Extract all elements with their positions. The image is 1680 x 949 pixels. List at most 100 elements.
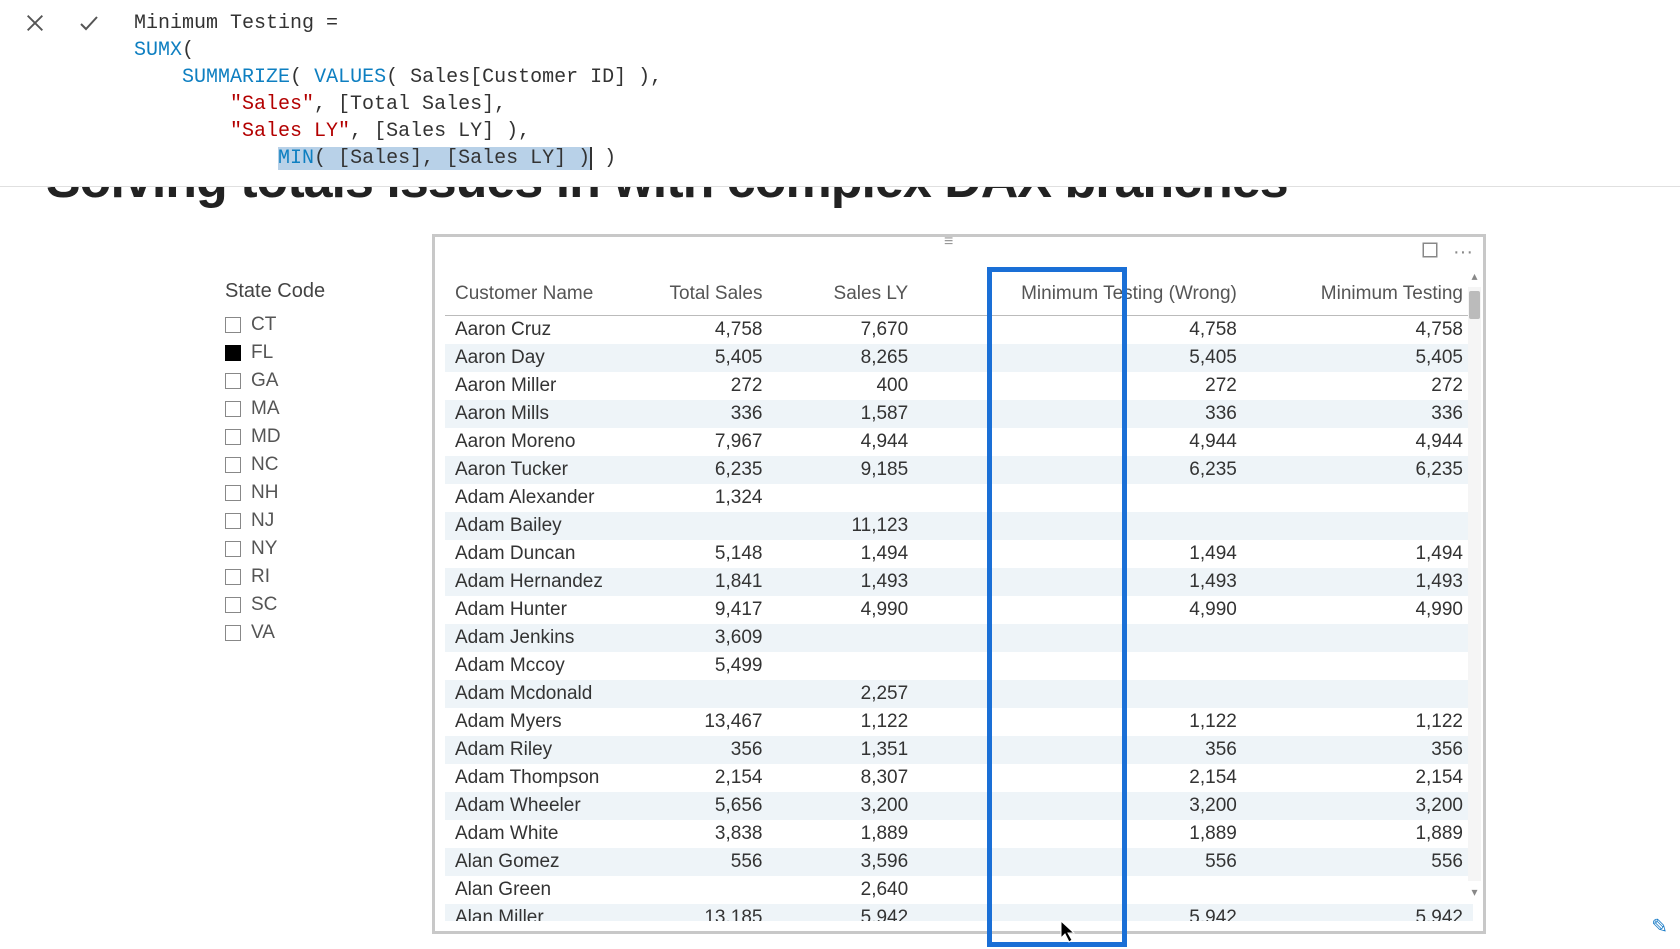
table-row[interactable]: Adam Alexander1,324 xyxy=(445,484,1473,512)
col-header-min-wrong[interactable]: Minimum Testing (Wrong) xyxy=(918,277,1247,316)
table-row[interactable]: Adam Wheeler5,6563,2003,2003,200 xyxy=(445,792,1473,820)
checkbox-icon[interactable] xyxy=(225,345,241,361)
drag-grip-icon[interactable]: ≡ xyxy=(944,233,974,243)
formula-editor[interactable]: Minimum Testing = SUMX( SUMMARIZE( VALUE… xyxy=(120,4,1680,182)
cell-min-wrong: 2,154 xyxy=(918,764,1247,792)
table-row[interactable]: Adam Hunter9,4174,9904,9904,990 xyxy=(445,596,1473,624)
table-row[interactable]: Alan Miller13,1855,9425,9425,942 xyxy=(445,904,1473,921)
cell-min-testing: 3,200 xyxy=(1247,792,1473,820)
table-row[interactable]: Adam Myers13,4671,1221,1221,122 xyxy=(445,708,1473,736)
cell-min-wrong xyxy=(918,624,1247,652)
focus-mode-icon[interactable] xyxy=(1421,241,1439,265)
slicer-item-label: SC xyxy=(251,594,277,616)
edit-interactions-icon[interactable]: ✎ xyxy=(1651,914,1668,939)
checkbox-icon[interactable] xyxy=(225,597,241,613)
slicer-item-ct[interactable]: CT xyxy=(225,311,385,339)
col-header-customer[interactable]: Customer Name xyxy=(445,277,615,316)
slicer-item-ma[interactable]: MA xyxy=(225,395,385,423)
slicer-item-ga[interactable]: GA xyxy=(225,367,385,395)
slicer-item-va[interactable]: VA xyxy=(225,619,385,647)
cell-total-sales: 2,154 xyxy=(615,764,772,792)
commit-formula-button[interactable] xyxy=(76,10,102,36)
visual-toolbar: ··· xyxy=(1421,241,1473,265)
slicer-item-nj[interactable]: NJ xyxy=(225,507,385,535)
table-row[interactable]: Adam Thompson2,1548,3072,1542,154 xyxy=(445,764,1473,792)
cell-sales-ly: 1,587 xyxy=(772,400,918,428)
table-row[interactable]: Adam Bailey 11,123 xyxy=(445,512,1473,540)
cancel-formula-button[interactable] xyxy=(22,10,48,36)
cell-customer-name: Adam Riley xyxy=(445,736,615,764)
scrollbar-thumb[interactable] xyxy=(1469,291,1480,319)
cell-total-sales: 5,656 xyxy=(615,792,772,820)
cell-customer-name: Adam Bailey xyxy=(445,512,615,540)
cell-sales-ly: 1,122 xyxy=(772,708,918,736)
slicer-item-sc[interactable]: SC xyxy=(225,591,385,619)
table-row[interactable]: Adam Riley3561,351356356 xyxy=(445,736,1473,764)
slicer-item-nc[interactable]: NC xyxy=(225,451,385,479)
cell-sales-ly: 1,493 xyxy=(772,568,918,596)
cell-min-testing: 1,122 xyxy=(1247,708,1473,736)
scroll-down-arrow[interactable]: ▾ xyxy=(1468,885,1481,899)
cell-total-sales: 5,148 xyxy=(615,540,772,568)
slicer-item-label: NH xyxy=(251,482,278,504)
table-row[interactable]: Adam Hernandez1,8411,4931,4931,493 xyxy=(445,568,1473,596)
table-row[interactable]: Adam Mccoy5,499 xyxy=(445,652,1473,680)
table-row[interactable]: Aaron Tucker6,2359,1856,2356,235 xyxy=(445,456,1473,484)
table-row[interactable]: Adam White3,8381,8891,8891,889 xyxy=(445,820,1473,848)
table-row[interactable]: Alan Green2,640 xyxy=(445,876,1473,904)
cell-min-wrong: 556 xyxy=(918,848,1247,876)
slicer-item-label: NC xyxy=(251,454,278,476)
scroll-up-arrow[interactable]: ▴ xyxy=(1468,269,1481,283)
slicer-item-md[interactable]: MD xyxy=(225,423,385,451)
checkbox-icon[interactable] xyxy=(225,513,241,529)
cell-total-sales: 13,467 xyxy=(615,708,772,736)
state-code-slicer[interactable]: State Code CT FL GAMAMD NC NH NJ NY RI SC VA xyxy=(225,280,385,647)
vertical-scrollbar[interactable]: ▴ ▾ xyxy=(1468,287,1481,881)
cell-min-testing: 1,493 xyxy=(1247,568,1473,596)
table-row[interactable]: Aaron Cruz4,7587,6704,7584,758 xyxy=(445,316,1473,345)
slicer-item-fl[interactable]: FL xyxy=(225,339,385,367)
cell-total-sales: 3,609 xyxy=(615,624,772,652)
table-row[interactable]: Aaron Mills3361,587336336 xyxy=(445,400,1473,428)
cell-min-testing: 1,494 xyxy=(1247,540,1473,568)
col-header-sales-ly[interactable]: Sales LY xyxy=(772,277,918,316)
table-row[interactable]: Aaron Moreno7,9674,9444,9444,944 xyxy=(445,428,1473,456)
cell-customer-name: Adam Jenkins xyxy=(445,624,615,652)
table-row[interactable]: Adam Mcdonald2,257 xyxy=(445,680,1473,708)
slicer-title: State Code xyxy=(225,280,385,303)
table-row[interactable]: Aaron Day5,4058,2655,4055,405 xyxy=(445,344,1473,372)
checkbox-icon[interactable] xyxy=(225,457,241,473)
formula-bar: Minimum Testing = SUMX( SUMMARIZE( VALUE… xyxy=(0,0,1680,187)
cell-sales-ly: 2,257 xyxy=(772,680,918,708)
cell-customer-name: Adam Mccoy xyxy=(445,652,615,680)
table-row[interactable]: Aaron Miller272400272272 xyxy=(445,372,1473,400)
table-row[interactable]: Adam Duncan5,1481,4941,4941,494 xyxy=(445,540,1473,568)
checkbox-icon[interactable] xyxy=(225,569,241,585)
slicer-item-ri[interactable]: RI xyxy=(225,563,385,591)
slicer-item-label: NY xyxy=(251,538,277,560)
cell-customer-name: Adam White xyxy=(445,820,615,848)
checkbox-icon[interactable] xyxy=(225,429,241,445)
checkbox-icon[interactable] xyxy=(225,625,241,641)
col-header-min-testing[interactable]: Minimum Testing xyxy=(1247,277,1473,316)
cell-min-wrong: 1,122 xyxy=(918,708,1247,736)
table-visual[interactable]: ≡ ··· Customer Name Total Sales Sales LY… xyxy=(432,234,1486,934)
checkbox-icon[interactable] xyxy=(225,373,241,389)
cell-min-testing: 1,889 xyxy=(1247,820,1473,848)
checkbox-icon[interactable] xyxy=(225,401,241,417)
cell-min-wrong: 1,494 xyxy=(918,540,1247,568)
cell-sales-ly: 11,123 xyxy=(772,512,918,540)
table-row[interactable]: Adam Jenkins3,609 xyxy=(445,624,1473,652)
checkbox-icon[interactable] xyxy=(225,541,241,557)
checkbox-icon[interactable] xyxy=(225,485,241,501)
more-options-icon[interactable]: ··· xyxy=(1453,241,1473,265)
cell-customer-name: Aaron Miller xyxy=(445,372,615,400)
slicer-item-nh[interactable]: NH xyxy=(225,479,385,507)
measure-name-token: Minimum Testing xyxy=(134,12,314,35)
slicer-item-label: FL xyxy=(251,342,273,364)
col-header-total-sales[interactable]: Total Sales xyxy=(615,277,772,316)
cell-total-sales: 336 xyxy=(615,400,772,428)
table-row[interactable]: Alan Gomez5563,596556556 xyxy=(445,848,1473,876)
slicer-item-ny[interactable]: NY xyxy=(225,535,385,563)
checkbox-icon[interactable] xyxy=(225,317,241,333)
